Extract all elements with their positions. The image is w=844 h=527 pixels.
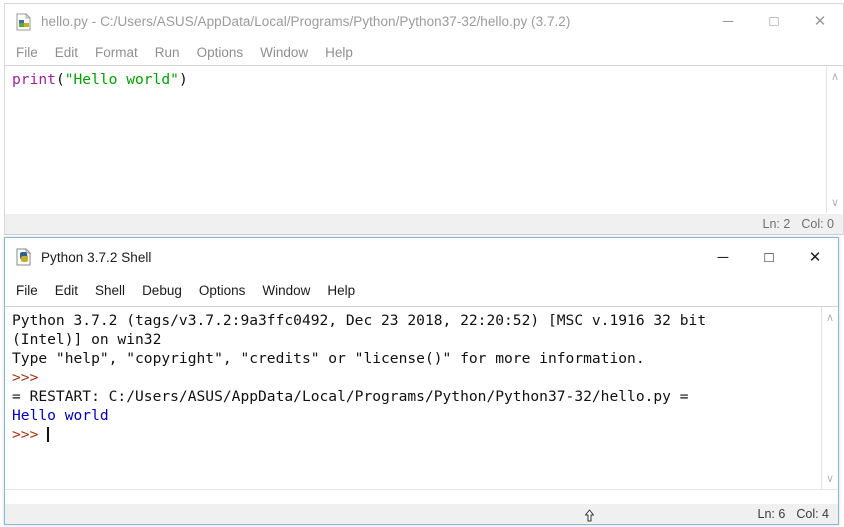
code-token-string: "Hello world" (65, 71, 179, 88)
shell-text-segment: Python 3.7.2 (tags/v3.7.2:9a3ffc0492, De… (12, 312, 706, 329)
shell-output-line: = RESTART: C:/Users/ASUS/AppData/Local/P… (12, 387, 706, 406)
menu-item-help[interactable]: Help (327, 283, 355, 298)
editor-column-indicator: Col: 0 (801, 217, 834, 231)
shell-text-segment: >>> (12, 369, 47, 386)
menu-item-format[interactable]: Format (95, 45, 138, 60)
editor-line-indicator: Ln: 2 (763, 217, 791, 231)
shell-horizontal-scrollbar[interactable] (5, 489, 838, 503)
shell-output-line: >>> (12, 425, 706, 444)
shell-text-segment: Hello world (12, 407, 109, 424)
menu-item-options[interactable]: Options (199, 283, 246, 298)
menu-item-edit[interactable]: Edit (55, 283, 78, 298)
menu-item-run[interactable]: Run (155, 45, 180, 60)
scroll-down-arrow-icon[interactable]: ∨ (822, 470, 838, 487)
shell-output-line: (Intel)] on win32 (12, 330, 706, 349)
editor-statusbar: Ln: 2 Col: 0 (5, 214, 843, 234)
scroll-up-arrow-icon[interactable]: ∧ (822, 309, 838, 326)
shell-column-indicator: Col: 4 (796, 507, 829, 521)
shell-output-lines: Python 3.7.2 (tags/v3.7.2:9a3ffc0492, De… (5, 307, 706, 444)
shell-text-segment: (Intel)] on win32 (12, 331, 161, 348)
idle-python-shell-icon (15, 248, 33, 266)
shell-output-line: Python 3.7.2 (tags/v3.7.2:9a3ffc0492, De… (12, 311, 706, 330)
vertical-resize-cursor (583, 509, 596, 523)
menu-item-help[interactable]: Help (325, 45, 353, 60)
idle-editor-window[interactable]: hello.py - C:/Users/ASUS/AppData/Local/P… (4, 3, 844, 235)
shell-text-segment: Type "help", "copyright", "credits" or "… (12, 350, 645, 367)
menu-item-file[interactable]: File (16, 45, 38, 60)
editor-window-controls[interactable]: ─ □ ✕ (705, 4, 843, 39)
close-button[interactable]: ✕ (792, 240, 838, 274)
minimize-button[interactable]: ─ (700, 240, 746, 274)
shell-line-indicator: Ln: 6 (758, 507, 786, 521)
shell-text-segment: = RESTART: C:/Users/ASUS/AppData/Local/P… (12, 388, 689, 405)
shell-text-segment: >>> (12, 426, 47, 443)
shell-output-line: Hello world (12, 406, 706, 425)
editor-text-area[interactable]: print("Hello world") (5, 65, 843, 214)
shell-output-area[interactable]: Python 3.7.2 (tags/v3.7.2:9a3ffc0492, De… (5, 306, 838, 490)
code-token-close-paren: ) (179, 71, 188, 88)
menu-item-options[interactable]: Options (197, 45, 244, 60)
shell-output-line: Type "help", "copyright", "credits" or "… (12, 349, 706, 368)
editor-vertical-scrollbar[interactable]: ∧ ∨ (826, 66, 843, 213)
shell-vertical-scrollbar[interactable]: ∧ ∨ (821, 307, 838, 489)
editor-menubar[interactable]: File Edit Format Run Options Window Help (5, 39, 843, 65)
maximize-button[interactable]: □ (751, 5, 797, 39)
scroll-up-arrow-icon[interactable]: ∧ (827, 68, 843, 85)
scroll-down-arrow-icon[interactable]: ∨ (827, 194, 843, 211)
code-token-open-paren: ( (56, 71, 65, 88)
menu-item-window[interactable]: Window (260, 45, 308, 60)
menu-item-edit[interactable]: Edit (55, 45, 78, 60)
menu-item-shell[interactable]: Shell (95, 283, 125, 298)
close-button[interactable]: ✕ (797, 5, 843, 39)
minimize-button[interactable]: ─ (705, 5, 751, 39)
shell-window-controls[interactable]: ─ □ ✕ (700, 238, 838, 276)
shell-title-text: Python 3.7.2 Shell (41, 250, 151, 265)
idle-python-file-icon (15, 13, 33, 31)
editor-code-line: print("Hello world") (5, 66, 188, 89)
shell-statusbar: Ln: 6 Col: 4 (5, 504, 838, 524)
maximize-button[interactable]: □ (746, 240, 792, 274)
text-caret (47, 427, 49, 442)
menu-item-window[interactable]: Window (262, 283, 310, 298)
menu-item-file[interactable]: File (16, 283, 38, 298)
shell-titlebar[interactable]: Python 3.7.2 Shell ─ □ ✕ (5, 238, 838, 276)
editor-title-text: hello.py - C:/Users/ASUS/AppData/Local/P… (41, 14, 570, 29)
menu-item-debug[interactable]: Debug (142, 283, 182, 298)
editor-titlebar[interactable]: hello.py - C:/Users/ASUS/AppData/Local/P… (5, 4, 843, 39)
code-token-keyword: print (12, 71, 56, 88)
shell-menubar[interactable]: File Edit Shell Debug Options Window Hel… (5, 276, 838, 304)
shell-output-line: >>> (12, 368, 706, 387)
python-shell-window[interactable]: Python 3.7.2 Shell ─ □ ✕ File Edit Shell… (4, 237, 839, 525)
